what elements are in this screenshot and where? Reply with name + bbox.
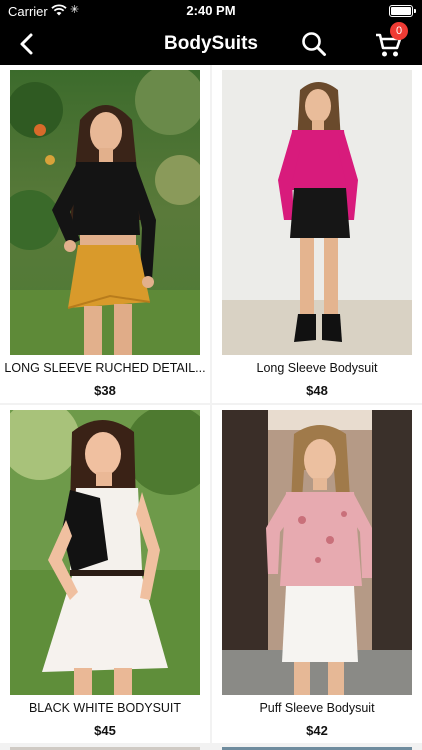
product-grid: LONG SLEEVE RUCHED DETAIL... $38 Long Sl… <box>0 65 422 750</box>
nav-bar: BodySuits 0 <box>0 22 422 65</box>
product-name[interactable]: Long Sleeve Bodysuit <box>216 361 418 375</box>
product-price: $38 <box>94 383 116 398</box>
product-price: $48 <box>306 383 328 398</box>
product-name[interactable]: LONG SLEEVE RUCHED DETAIL... <box>4 361 206 375</box>
product-card[interactable]: Long Sleeve Bodysuit $48 <box>212 65 422 403</box>
status-time: 2:40 PM <box>186 3 236 18</box>
battery-icon <box>389 5 416 17</box>
status-bar: Carrier ✳ 2:40 PM <box>0 0 422 22</box>
product-name[interactable]: BLACK WHITE BODYSUIT <box>4 701 206 715</box>
product-image[interactable] <box>10 410 200 695</box>
product-card[interactable]: Puff Sleeve Bodysuit $42 <box>212 405 422 743</box>
product-price: $42 <box>306 723 328 738</box>
search-icon[interactable] <box>300 30 328 58</box>
cart-count-badge: 0 <box>390 22 408 40</box>
product-price: $45 <box>94 723 116 738</box>
product-image[interactable] <box>222 70 412 355</box>
product-card[interactable]: LONG SLEEVE RUCHED DETAIL... $38 <box>0 65 210 403</box>
product-card[interactable]: BLACK WHITE BODYSUIT $45 <box>0 405 210 743</box>
product-image[interactable] <box>222 410 412 695</box>
product-image[interactable] <box>10 70 200 355</box>
product-name[interactable]: Puff Sleeve Bodysuit <box>216 701 418 715</box>
page-title: BodySuits <box>164 33 258 54</box>
